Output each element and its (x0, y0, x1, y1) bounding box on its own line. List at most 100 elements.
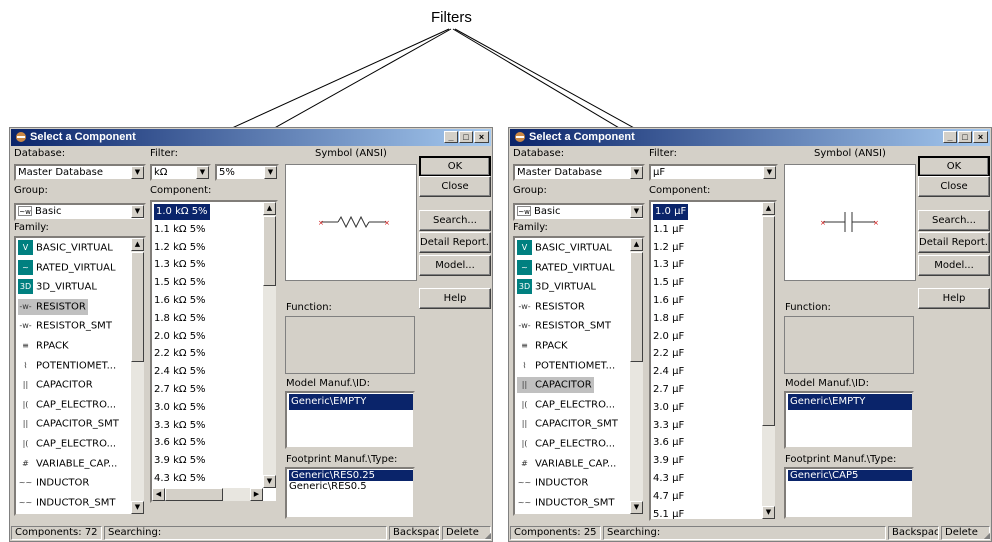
chevron-down-icon[interactable]: ▼ (131, 166, 144, 179)
component-item[interactable]: 3.9 kΩ 5% (154, 453, 206, 469)
scroll-down-icon[interactable]: ▼ (263, 475, 276, 488)
minimize-button[interactable]: _ (943, 131, 957, 143)
model-list[interactable]: Generic\EMPTY (784, 391, 914, 449)
chevron-down-icon[interactable]: ▼ (630, 205, 643, 218)
component-item[interactable]: 3.0 kΩ 5% (154, 400, 206, 416)
help-button[interactable]: Help (918, 288, 990, 309)
component-item[interactable]: 1.1 µF (653, 222, 684, 238)
family-list[interactable]: V BASIC_VIRTUAL ~ RATED_VIRTUAL 3D 3D_VIRTU… (513, 236, 645, 516)
component-item[interactable]: 2.4 kΩ 5% (154, 364, 206, 380)
chevron-down-icon[interactable]: ▼ (264, 166, 277, 179)
scroll-up-icon[interactable]: ▲ (131, 238, 144, 251)
scroll-right-icon[interactable]: ▶ (250, 488, 263, 501)
component-item[interactable]: 3.6 kΩ 5% (154, 435, 206, 451)
filter-tolerance-select[interactable]: 5% ▼ (215, 164, 279, 181)
footprint-item[interactable]: Generic\RES0.5 (289, 481, 367, 492)
component-list[interactable]: 1.0 kΩ 5% 1.1 kΩ 5% 1.2 kΩ 5% 1.3 kΩ 5% 1.5 … (150, 200, 278, 503)
backspace-key[interactable]: Backspace (389, 526, 440, 540)
scroll-thumb[interactable] (762, 216, 775, 426)
family-list[interactable]: V BASIC_VIRTUAL ~ RATED_VIRTUAL 3D 3D_VIRTU… (14, 236, 146, 516)
family-scrollbar[interactable]: ▲ ▼ (630, 238, 643, 514)
scroll-down-icon[interactable]: ▼ (762, 506, 775, 519)
ok-button[interactable]: OK (918, 156, 990, 177)
detail-report-button[interactable]: Detail Report... (419, 232, 491, 253)
scroll-down-icon[interactable]: ▼ (131, 501, 144, 514)
footprint-item[interactable]: Generic\CAP5 (788, 470, 912, 481)
family-item[interactable]: ~~ INDUCTOR (18, 475, 90, 491)
component-item[interactable]: 3.0 µF (653, 400, 684, 416)
family-item[interactable]: |(CAP_ELECTRO... (517, 436, 616, 452)
family-item[interactable]: 3D 3D_VIRTUAL (18, 279, 97, 295)
close-window-button[interactable]: × (474, 131, 489, 143)
family-item[interactable]: ~~ INDUCTOR_SMT (517, 495, 615, 511)
component-item[interactable]: 3.9 µF (653, 453, 684, 469)
component-item[interactable]: 1.2 kΩ 5% (154, 240, 206, 256)
component-item[interactable]: 2.7 µF (653, 382, 684, 398)
model-button[interactable]: Model... (419, 255, 491, 276)
family-item[interactable]: ⌇ POTENTIOMET... (18, 358, 117, 374)
filter-unit-select[interactable]: µF ▼ (649, 164, 778, 181)
family-item[interactable]: ⌇ POTENTIOMET... (517, 358, 616, 374)
family-item[interactable]: V BASIC_VIRTUAL (18, 240, 113, 256)
family-item[interactable]: -w- RESISTOR (18, 298, 88, 315)
component-item[interactable]: 5.1 µF (653, 507, 684, 519)
ok-button[interactable]: OK (419, 156, 491, 177)
scroll-down-icon[interactable]: ▼ (630, 501, 643, 514)
chevron-down-icon[interactable]: ▼ (630, 166, 643, 179)
component-item[interactable]: 4.3 kΩ 5% (154, 471, 206, 487)
family-item[interactable]: ~~ INDUCTOR_SMT (18, 495, 116, 511)
component-item[interactable]: 1.6 µF (653, 293, 684, 309)
detail-report-button[interactable]: Detail Report... (918, 232, 990, 253)
backspace-key[interactable]: Backspace (888, 526, 939, 540)
model-item[interactable]: Generic\EMPTY (289, 394, 413, 410)
close-button[interactable]: Close (419, 176, 491, 197)
footprint-item[interactable]: Generic\RES0.25 (289, 470, 413, 481)
component-scrollbar[interactable]: ▲ ▼ (263, 202, 276, 488)
family-item[interactable]: -w- RESISTOR_SMT (517, 318, 611, 334)
resize-grip-icon[interactable]: ◢ (984, 531, 990, 540)
family-item[interactable]: |(CAP_ELECTRO... (18, 436, 117, 452)
chevron-down-icon[interactable]: ▼ (131, 205, 144, 218)
search-button[interactable]: Search... (918, 210, 990, 231)
footprint-list[interactable]: Generic\RES0.25 Generic\RES0.5 (285, 467, 415, 519)
family-item[interactable]: || CAPACITOR (517, 377, 594, 394)
scroll-up-icon[interactable]: ▲ (762, 202, 775, 215)
family-item[interactable]: || CAPACITOR_SMT (18, 416, 119, 432)
family-item[interactable]: |(CAP_ELECTRO... (517, 397, 616, 413)
component-item[interactable]: 1.6 kΩ 5% (154, 293, 206, 309)
database-select[interactable]: Master Database ▼ (14, 164, 146, 181)
family-item[interactable]: ~ RATED_VIRTUAL (517, 259, 615, 276)
help-button[interactable]: Help (419, 288, 491, 309)
component-item[interactable]: 4.3 µF (653, 471, 684, 487)
family-scrollbar[interactable]: ▲ ▼ (131, 238, 144, 514)
component-item[interactable]: 1.5 µF (653, 275, 684, 291)
maximize-button[interactable]: □ (958, 131, 972, 143)
close-button[interactable]: Close (918, 176, 990, 197)
family-item[interactable]: ~ RATED_VIRTUAL (18, 259, 116, 276)
scroll-up-icon[interactable]: ▲ (263, 202, 276, 215)
model-button[interactable]: Model... (918, 255, 990, 276)
family-item[interactable]: # VARIABLE_CAP... (18, 456, 117, 472)
family-item[interactable]: 3D 3D_VIRTUAL (517, 279, 596, 295)
footprint-list[interactable]: Generic\CAP5 (784, 467, 914, 519)
component-item[interactable]: 2.0 kΩ 5% (154, 329, 206, 345)
maximize-button[interactable]: □ (459, 131, 473, 143)
minimize-button[interactable]: _ (444, 131, 458, 143)
family-item[interactable]: || CAPACITOR_SMT (517, 416, 618, 432)
component-item[interactable]: 1.8 kΩ 5% (154, 311, 206, 327)
component-item[interactable]: 1.0 µF (653, 204, 689, 220)
component-item[interactable]: 2.2 µF (653, 346, 684, 362)
component-item[interactable]: 2.4 µF (653, 364, 684, 380)
component-item[interactable]: 1.1 kΩ 5% (154, 222, 206, 238)
family-item[interactable]: || CAPACITOR (18, 377, 93, 393)
delete-key[interactable]: Delete (442, 526, 491, 540)
resize-grip-icon[interactable]: ◢ (485, 531, 491, 540)
component-item[interactable]: 2.2 kΩ 5% (154, 346, 206, 362)
chevron-down-icon[interactable]: ▼ (763, 166, 776, 179)
component-hscrollbar[interactable]: ◀ ▶ (152, 488, 263, 501)
family-item[interactable]: ≡ RPACK (18, 338, 68, 354)
component-item[interactable]: 3.3 µF (653, 418, 684, 434)
close-window-button[interactable]: × (973, 131, 988, 143)
family-item[interactable]: # VARIABLE_CAP... (517, 456, 616, 472)
delete-key[interactable]: Delete (941, 526, 990, 540)
